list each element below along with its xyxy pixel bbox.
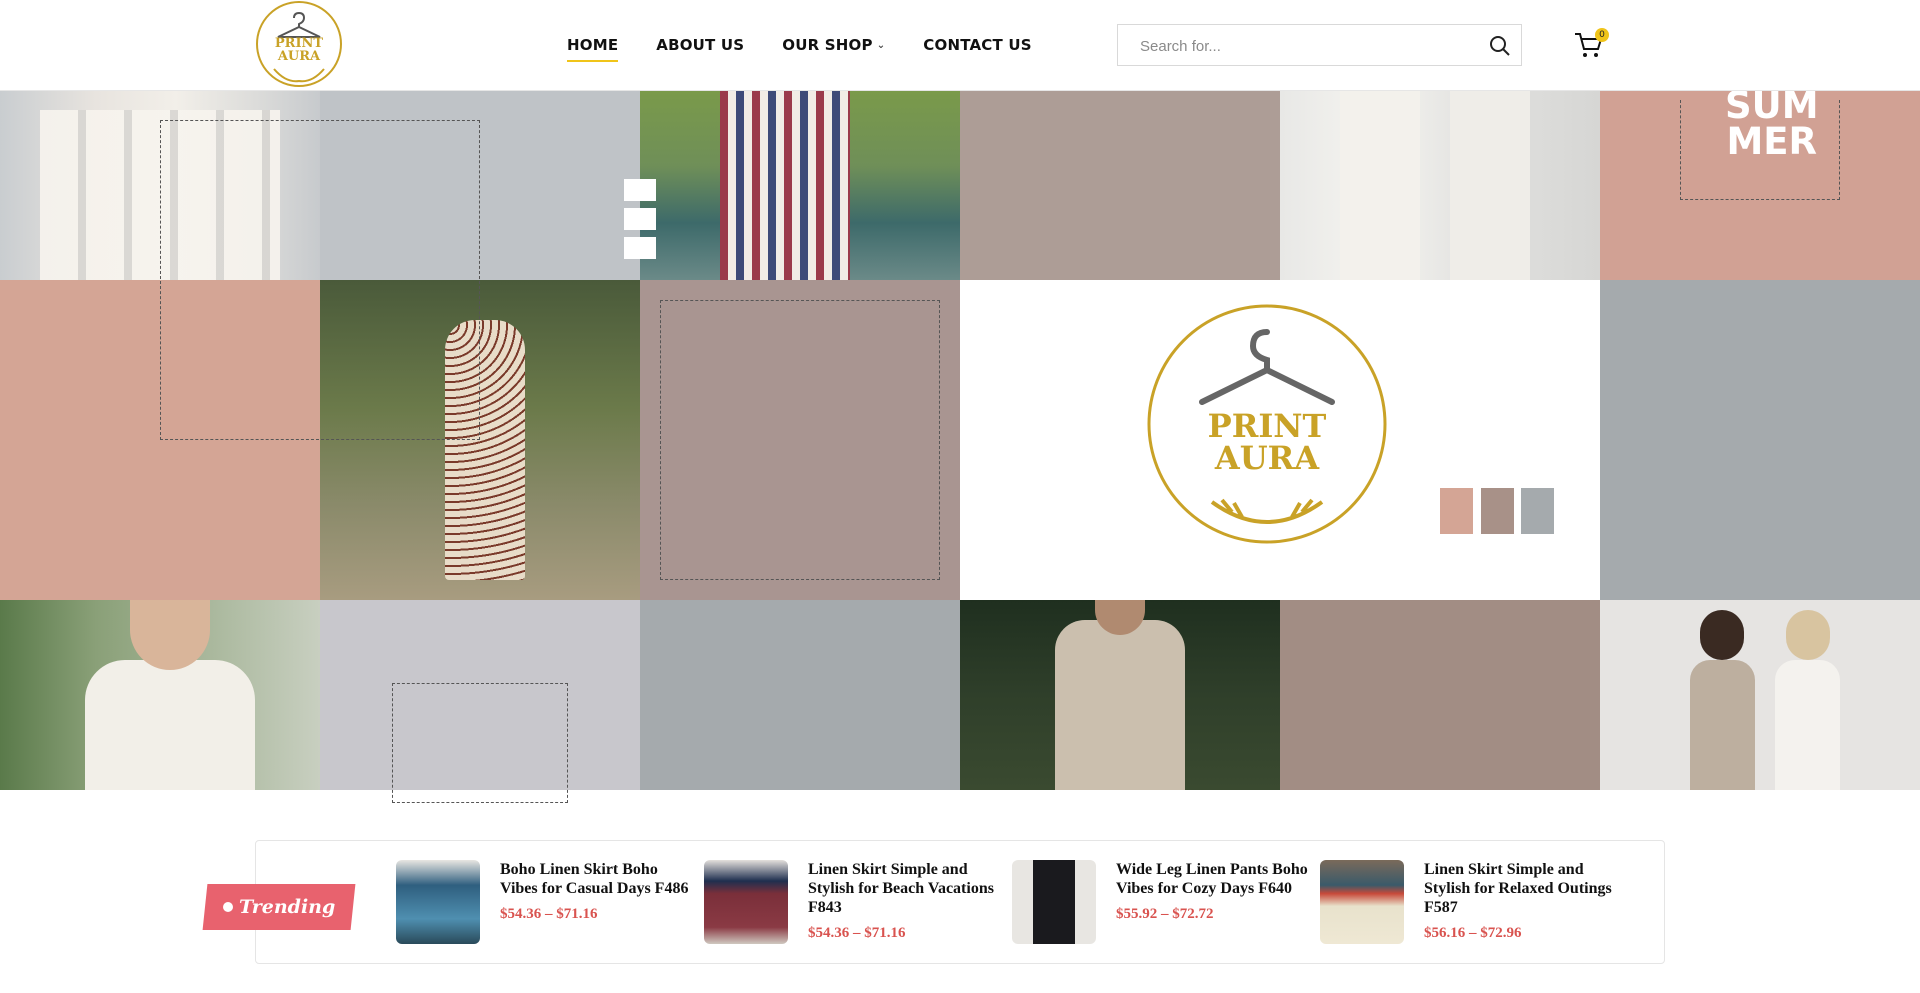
search-input[interactable] — [1138, 35, 1482, 57]
dot-icon — [222, 902, 233, 912]
photo-linen-shirt — [960, 600, 1280, 790]
summer-text: SUM MER — [1725, 84, 1819, 163]
nav-our-shop[interactable]: OUR SHOP ⌄ — [782, 36, 885, 54]
decor-white-square-3 — [624, 237, 656, 259]
trending-product-2[interactable]: Linen Skirt Simple and Stylish for Beach… — [704, 860, 1004, 950]
site-header: PRINT AURA HOME ABOUT US OUR SHOP ⌄ CONTA… — [0, 0, 1920, 91]
product-price: $54.36 – $71.16 — [500, 906, 598, 922]
nav-home[interactable]: HOME — [567, 36, 619, 62]
decor-dashed-frame-1 — [160, 120, 480, 440]
decor-dashed-frame-3 — [392, 683, 568, 803]
photo-two-models — [1600, 600, 1920, 790]
center-logo-aura: AURA — [1214, 439, 1320, 477]
product-thumbnail[interactable] — [1012, 860, 1096, 944]
product-name[interactable]: Wide Leg Linen Pants Boho Vibes for Cozy… — [1116, 860, 1312, 898]
laurel-icon — [273, 68, 325, 83]
color-block-brown — [1280, 600, 1600, 790]
color-block-taupe — [960, 90, 1280, 280]
palette-swatch-peach — [1440, 488, 1473, 534]
product-price: $55.92 – $72.72 — [1116, 906, 1214, 922]
photo-striped-dress — [640, 90, 960, 280]
nav-about-us[interactable]: ABOUT US — [656, 36, 744, 54]
palette-swatch-grey — [1521, 488, 1554, 534]
color-block-grey-right — [1600, 280, 1920, 600]
decor-dashed-frame-2 — [660, 300, 940, 580]
cart-count-badge: 0 — [1595, 28, 1609, 42]
product-name[interactable]: Linen Skirt Simple and Stylish for Beach… — [808, 860, 1004, 917]
color-block-slate — [640, 600, 960, 790]
palette-swatch-mauve — [1481, 488, 1514, 534]
center-logo-print: PRINT — [1207, 407, 1327, 445]
trending-product-3[interactable]: Wide Leg Linen Pants Boho Vibes for Cozy… — [1012, 860, 1312, 950]
decor-white-square-1 — [624, 179, 656, 201]
logo-text-aura: AURA — [277, 49, 321, 64]
main-nav: HOME ABOUT US OUR SHOP ⌄ CONTACT US — [567, 0, 1032, 90]
nav-contact-us[interactable]: CONTACT US — [923, 36, 1031, 54]
photo-white-top — [0, 600, 320, 790]
product-thumbnail[interactable] — [1320, 860, 1404, 944]
product-name[interactable]: Linen Skirt Simple and Stylish for Relax… — [1424, 860, 1620, 917]
product-thumbnail[interactable] — [396, 860, 480, 944]
hero-mosaic: PRINT AURA SUM MER — [0, 84, 1920, 803]
trending-product-4[interactable]: Linen Skirt Simple and Stylish for Relax… — [1320, 860, 1620, 950]
trending-label: Trending — [238, 896, 336, 918]
product-price: $54.36 – $71.16 — [808, 925, 906, 941]
cart-button[interactable]: 0 — [1573, 28, 1609, 60]
product-price: $56.16 – $72.96 — [1424, 925, 1522, 941]
search-box — [1117, 24, 1522, 66]
product-thumbnail[interactable] — [704, 860, 788, 944]
photo-white-outfits — [1280, 90, 1600, 280]
product-name[interactable]: Boho Linen Skirt Boho Vibes for Casual D… — [500, 860, 696, 898]
brand-center-block: PRINT AURA — [960, 280, 1600, 600]
decor-white-square-2 — [624, 208, 656, 230]
trending-product-1[interactable]: Boho Linen Skirt Boho Vibes for Casual D… — [396, 860, 696, 950]
trending-badge[interactable]: Trending — [202, 884, 356, 930]
chevron-down-icon: ⌄ — [876, 39, 886, 51]
search-icon[interactable] — [1489, 35, 1511, 57]
site-logo[interactable]: PRINT AURA — [256, 1, 342, 87]
